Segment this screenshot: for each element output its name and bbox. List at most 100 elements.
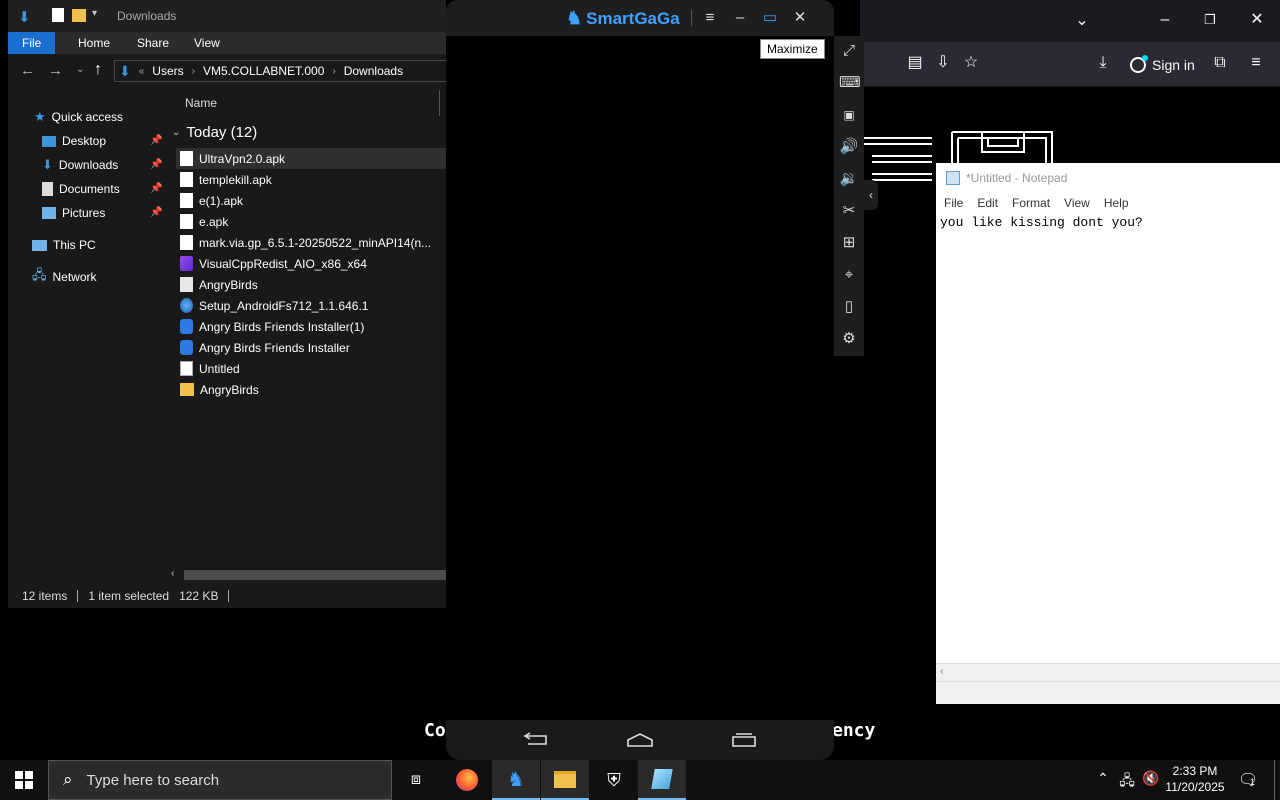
start-button[interactable] xyxy=(0,760,48,800)
sidebar-collapse-chevron-icon[interactable]: ‹ xyxy=(864,180,878,210)
nav-network[interactable]: 🖧 Network xyxy=(32,267,97,287)
nav-pictures[interactable]: Pictures xyxy=(42,203,105,223)
file-row[interactable]: VisualCppRedist_AIO_x86_x64 xyxy=(180,253,448,274)
multi-instance-icon[interactable]: ⊞ xyxy=(839,233,859,253)
properties-icon[interactable] xyxy=(52,8,64,22)
file-row[interactable]: e.apk xyxy=(180,211,448,232)
column-header-name[interactable]: Name xyxy=(185,96,217,110)
bookmark-star-icon[interactable]: ☆ xyxy=(961,55,981,71)
nav-downloads[interactable]: ⬇ Downloads xyxy=(42,155,118,175)
notepad-title-bar[interactable]: *Untitled - Notepad xyxy=(936,163,1280,193)
action-center-button[interactable]: 🗨 1 xyxy=(1236,769,1258,791)
breadcrumb-users[interactable]: Users xyxy=(152,64,183,78)
keyboard-mapping-icon[interactable]: ⌨ xyxy=(839,73,861,93)
settings-gear-icon[interactable]: ⚙ xyxy=(839,329,859,349)
taskbar-smartgaga[interactable]: ♞ xyxy=(492,760,540,800)
group-header-today[interactable]: ⌄ Today (12) xyxy=(172,124,257,141)
taskbar-firefox[interactable] xyxy=(443,760,491,800)
taskbar-search-box[interactable]: ⌕ Type here to search xyxy=(48,760,392,800)
downloads-icon[interactable]: ⤓ xyxy=(1093,55,1113,71)
pin-icon[interactable]: 📌 xyxy=(150,207,162,218)
file-row[interactable]: UltraVpn2.0.apk xyxy=(176,148,448,169)
show-desktop-button[interactable] xyxy=(1274,760,1275,800)
android-back-icon[interactable] xyxy=(522,732,550,748)
scrollbar-thumb[interactable] xyxy=(184,570,448,580)
nav-documents[interactable]: Documents xyxy=(42,179,120,199)
file-row[interactable]: mark.via.gp_6.5.1-20250522_minAPI14(n... xyxy=(180,232,448,253)
ribbon-tab-share[interactable]: Share xyxy=(123,32,183,54)
menu-hamburger-icon[interactable]: ≡ xyxy=(1246,55,1266,71)
ribbon-tab-view[interactable]: View xyxy=(180,32,234,54)
file-row[interactable]: templekill.apk xyxy=(180,169,448,190)
sign-in-button[interactable]: Sign in xyxy=(1130,54,1195,76)
nav-desktop[interactable]: Desktop xyxy=(42,131,106,151)
android-home-icon[interactable] xyxy=(626,732,654,748)
recent-locations-icon[interactable]: ⌄ xyxy=(76,64,84,75)
pin-icon[interactable]: 📌 xyxy=(150,159,162,170)
shake-icon[interactable]: ▯ xyxy=(839,297,859,317)
file-row[interactable]: AngryBirds xyxy=(180,379,448,400)
forward-arrow-icon[interactable]: → xyxy=(48,62,63,79)
network-status-icon[interactable]: 🖧 xyxy=(1118,770,1136,794)
up-arrow-icon[interactable]: ↑ xyxy=(94,61,102,79)
column-divider[interactable] xyxy=(439,90,440,116)
new-folder-icon[interactable] xyxy=(72,9,86,22)
notepad-text-area[interactable]: you like kissing dont you? xyxy=(940,215,1143,230)
file-list-horizontal-scrollbar[interactable]: ‹ xyxy=(166,568,448,582)
screenshot-scissors-icon[interactable]: ✂ xyxy=(839,201,859,221)
taskbar-windows-security[interactable]: ⛨ xyxy=(590,760,638,800)
ribbon-tab-file[interactable]: File xyxy=(8,32,56,54)
menu-file[interactable]: File xyxy=(944,196,963,210)
emulator-title-bar[interactable]: ♞ SmartGaGa ≡ – ▭ ✕ xyxy=(446,0,834,36)
extensions-icon[interactable]: ⧉ xyxy=(1210,55,1230,71)
back-arrow-icon[interactable]: ← xyxy=(20,62,35,79)
emulator-menu-icon[interactable]: ≡ xyxy=(700,8,720,28)
minimize-icon[interactable]: – xyxy=(1155,12,1175,28)
menu-help[interactable]: Help xyxy=(1104,196,1129,210)
pin-icon[interactable]: 📌 xyxy=(150,135,162,146)
notepad-horizontal-scrollbar[interactable]: ‹ xyxy=(936,663,1280,682)
taskbar-file-explorer[interactable] xyxy=(541,760,589,800)
task-view-button[interactable]: ⧈ xyxy=(392,760,440,800)
list-all-tabs-icon[interactable]: ⌄ xyxy=(1072,13,1092,29)
fullscreen-icon[interactable]: ⤢ xyxy=(839,41,859,61)
volume-down-icon[interactable]: 🔉 xyxy=(839,169,859,189)
pin-icon[interactable]: 📌 xyxy=(150,183,162,194)
android-screen[interactable] xyxy=(446,36,834,720)
file-row[interactable]: Untitled xyxy=(180,358,448,379)
file-row[interactable]: Angry Birds Friends Installer xyxy=(180,337,448,358)
breadcrumb-user-folder[interactable]: VM5.COLLABNET.000 xyxy=(203,64,324,78)
volume-muted-icon[interactable]: 🔇 xyxy=(1142,770,1160,787)
nav-quick-access[interactable]: ★ Quick access xyxy=(34,107,123,127)
close-icon[interactable]: ✕ xyxy=(1247,12,1267,28)
menu-view[interactable]: View xyxy=(1064,196,1090,210)
scroll-left-icon[interactable]: ‹ xyxy=(171,568,174,579)
volume-up-icon[interactable]: 🔊 xyxy=(839,137,859,157)
customize-toolbar-icon[interactable]: ▾ xyxy=(92,8,97,19)
file-row[interactable]: AngryBirds xyxy=(180,274,448,295)
nav-this-pc[interactable]: This PC xyxy=(32,235,96,255)
android-recents-icon[interactable] xyxy=(730,732,758,748)
emulator-close-icon[interactable]: ✕ xyxy=(790,8,810,28)
reader-view-icon[interactable]: ▤ xyxy=(905,55,925,71)
emulator-minimize-icon[interactable]: – xyxy=(730,8,750,28)
file-row[interactable]: e(1).apk xyxy=(180,190,448,211)
apk-install-icon[interactable]: ▣ xyxy=(839,105,859,125)
scroll-left-icon[interactable]: ‹ xyxy=(940,666,944,678)
restore-icon[interactable]: ❐ xyxy=(1200,12,1220,28)
emulator-maximize-icon[interactable]: ▭ xyxy=(760,8,780,28)
location-icon[interactable]: ⌖ xyxy=(839,265,859,285)
address-box[interactable]: ⬇ « Users › VM5.COLLABNET.000 › Download… xyxy=(114,60,454,82)
taskbar-clock[interactable]: 2:33 PM 11/20/2025 xyxy=(1160,763,1230,795)
menu-format[interactable]: Format xyxy=(1012,196,1050,210)
show-hidden-icons-chevron-icon[interactable]: ⌃ xyxy=(1094,770,1112,787)
ribbon-tab-home[interactable]: Home xyxy=(64,32,124,54)
file-row[interactable]: Angry Birds Friends Installer(1) xyxy=(180,316,448,337)
taskbar-notepad[interactable] xyxy=(638,760,686,800)
menu-edit[interactable]: Edit xyxy=(977,196,998,210)
windows-logo-icon xyxy=(15,771,33,789)
file-row[interactable]: Setup_AndroidFs712_1.1.646.1 xyxy=(180,295,448,316)
breadcrumb-downloads[interactable]: Downloads xyxy=(344,64,403,78)
save-to-pocket-icon[interactable]: ⇩ xyxy=(933,55,953,71)
explorer-title-bar[interactable]: ⬇ ▾ Downloads xyxy=(8,0,448,32)
